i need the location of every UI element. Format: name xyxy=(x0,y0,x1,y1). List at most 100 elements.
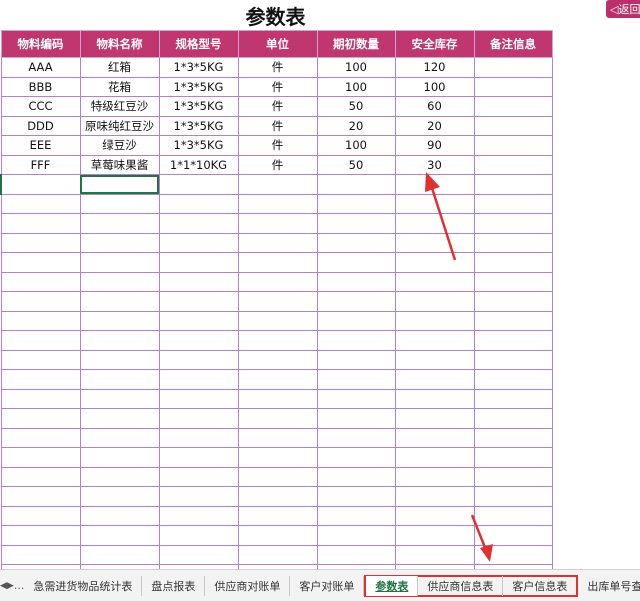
cell-material-code[interactable] xyxy=(0,447,81,468)
cell-unit[interactable] xyxy=(237,408,318,429)
cell-material-code[interactable] xyxy=(0,193,81,214)
cell-material-code[interactable] xyxy=(0,232,81,253)
cell-material-name[interactable] xyxy=(79,349,160,370)
cell-material-code[interactable] xyxy=(0,505,81,526)
cell-spec[interactable] xyxy=(158,486,239,507)
tab-outbound-query[interactable]: 出库单号查询 xyxy=(578,576,640,596)
cell-material-name[interactable] xyxy=(79,213,160,234)
cell-spec[interactable]: 1*1*10KG xyxy=(158,154,239,175)
cell-safety-stock[interactable]: 90 xyxy=(394,135,475,156)
cell-material-code[interactable] xyxy=(0,174,81,195)
cell-safety-stock[interactable] xyxy=(394,252,475,273)
cell-material-code[interactable] xyxy=(0,525,81,546)
cell-safety-stock[interactable] xyxy=(394,271,475,292)
cell-safety-stock[interactable] xyxy=(394,466,475,487)
cell-safety-stock[interactable] xyxy=(394,330,475,351)
cell-unit[interactable] xyxy=(237,252,318,273)
cell-material-name[interactable]: 绿豆沙 xyxy=(79,135,160,156)
cell-spec[interactable]: 1*3*5KG xyxy=(158,135,239,156)
cell-unit[interactable]: 件 xyxy=(237,154,318,175)
cell-remarks[interactable] xyxy=(473,330,553,351)
cell-material-name[interactable] xyxy=(79,310,160,331)
cell-remarks[interactable] xyxy=(473,388,553,409)
cell-remarks[interactable] xyxy=(473,232,553,253)
cell-unit[interactable] xyxy=(237,427,318,448)
cell-opening-qty[interactable] xyxy=(316,466,396,487)
cell-spec[interactable] xyxy=(158,310,239,331)
col-header-material-name[interactable]: 物料名称 xyxy=(79,30,160,58)
cell-opening-qty[interactable] xyxy=(316,193,396,214)
cell-remarks[interactable] xyxy=(473,252,553,273)
tab-parameters[interactable]: 参数表 xyxy=(366,575,419,596)
cell-safety-stock[interactable]: 100 xyxy=(394,76,475,97)
cell-remarks[interactable] xyxy=(473,213,553,234)
cell-unit[interactable]: 件 xyxy=(237,96,318,117)
cell-opening-qty[interactable] xyxy=(316,544,396,565)
col-header-material-code[interactable]: 物料编码 xyxy=(0,30,81,58)
cell-spec[interactable] xyxy=(158,291,239,312)
cell-material-code[interactable] xyxy=(0,310,81,331)
cell-unit[interactable] xyxy=(237,291,318,312)
cell-remarks[interactable] xyxy=(473,369,553,390)
cell-spec[interactable] xyxy=(158,252,239,273)
cell-material-code[interactable] xyxy=(0,252,81,273)
cell-opening-qty[interactable] xyxy=(316,505,396,526)
cell-spec[interactable] xyxy=(158,349,239,370)
cell-material-code[interactable] xyxy=(0,213,81,234)
cell-opening-qty[interactable] xyxy=(316,252,396,273)
cell-remarks[interactable] xyxy=(473,174,553,195)
cell-material-code[interactable] xyxy=(0,408,81,429)
cell-safety-stock[interactable] xyxy=(394,408,475,429)
cell-unit[interactable] xyxy=(237,544,318,565)
cell-material-code[interactable]: CCC xyxy=(0,96,81,117)
col-header-opening-qty[interactable]: 期初数量 xyxy=(316,30,396,58)
cell-material-name[interactable] xyxy=(79,466,160,487)
cell-material-code[interactable] xyxy=(0,369,81,390)
cell-opening-qty[interactable] xyxy=(316,447,396,468)
cell-material-name[interactable] xyxy=(79,486,160,507)
cell-material-name[interactable] xyxy=(79,369,160,390)
prev-sheet-icon[interactable]: ◀ xyxy=(0,581,7,591)
cell-spec[interactable] xyxy=(158,213,239,234)
cell-material-code[interactable] xyxy=(0,466,81,487)
cell-spec[interactable] xyxy=(158,271,239,292)
cell-remarks[interactable] xyxy=(473,135,553,156)
cell-material-name[interactable] xyxy=(79,544,160,565)
cell-safety-stock[interactable] xyxy=(394,349,475,370)
cell-remarks[interactable] xyxy=(473,544,553,565)
cell-spec[interactable] xyxy=(158,525,239,546)
cell-material-code[interactable]: DDD xyxy=(0,115,81,136)
cell-remarks[interactable] xyxy=(473,115,553,136)
cell-opening-qty[interactable]: 50 xyxy=(316,96,396,117)
cell-opening-qty[interactable]: 20 xyxy=(316,115,396,136)
cell-safety-stock[interactable]: 30 xyxy=(394,154,475,175)
cell-spec[interactable] xyxy=(158,330,239,351)
cell-material-name[interactable]: 红箱 xyxy=(79,57,160,78)
cell-remarks[interactable] xyxy=(473,427,553,448)
cell-material-name[interactable] xyxy=(79,232,160,253)
cell-opening-qty[interactable]: 100 xyxy=(316,57,396,78)
cell-material-code[interactable] xyxy=(0,544,81,565)
cell-material-code[interactable]: BBB xyxy=(0,76,81,97)
col-header-spec[interactable]: 规格型号 xyxy=(158,30,239,58)
cell-unit[interactable] xyxy=(237,349,318,370)
cell-opening-qty[interactable] xyxy=(316,349,396,370)
cell-material-name[interactable] xyxy=(79,408,160,429)
tab-inventory-report[interactable]: 盘点报表 xyxy=(142,575,206,596)
cell-material-name[interactable] xyxy=(79,193,160,214)
tab-supplier-statement[interactable]: 供应商对账单 xyxy=(205,575,291,596)
cell-spec[interactable] xyxy=(158,427,239,448)
cell-material-name[interactable] xyxy=(79,291,160,312)
cell-remarks[interactable] xyxy=(473,76,553,97)
cell-remarks[interactable] xyxy=(473,57,553,78)
tab-customer-statement[interactable]: 客户对账单 xyxy=(290,575,365,596)
cell-spec[interactable]: 1*3*5KG xyxy=(158,57,239,78)
col-header-unit[interactable]: 单位 xyxy=(237,30,318,58)
cell-unit[interactable]: 件 xyxy=(237,76,318,97)
cell-unit[interactable] xyxy=(237,525,318,546)
cell-remarks[interactable] xyxy=(473,505,553,526)
cell-material-code[interactable] xyxy=(0,330,81,351)
cell-spec[interactable] xyxy=(158,193,239,214)
cell-safety-stock[interactable] xyxy=(394,174,475,195)
cell-material-name[interactable] xyxy=(79,447,160,468)
